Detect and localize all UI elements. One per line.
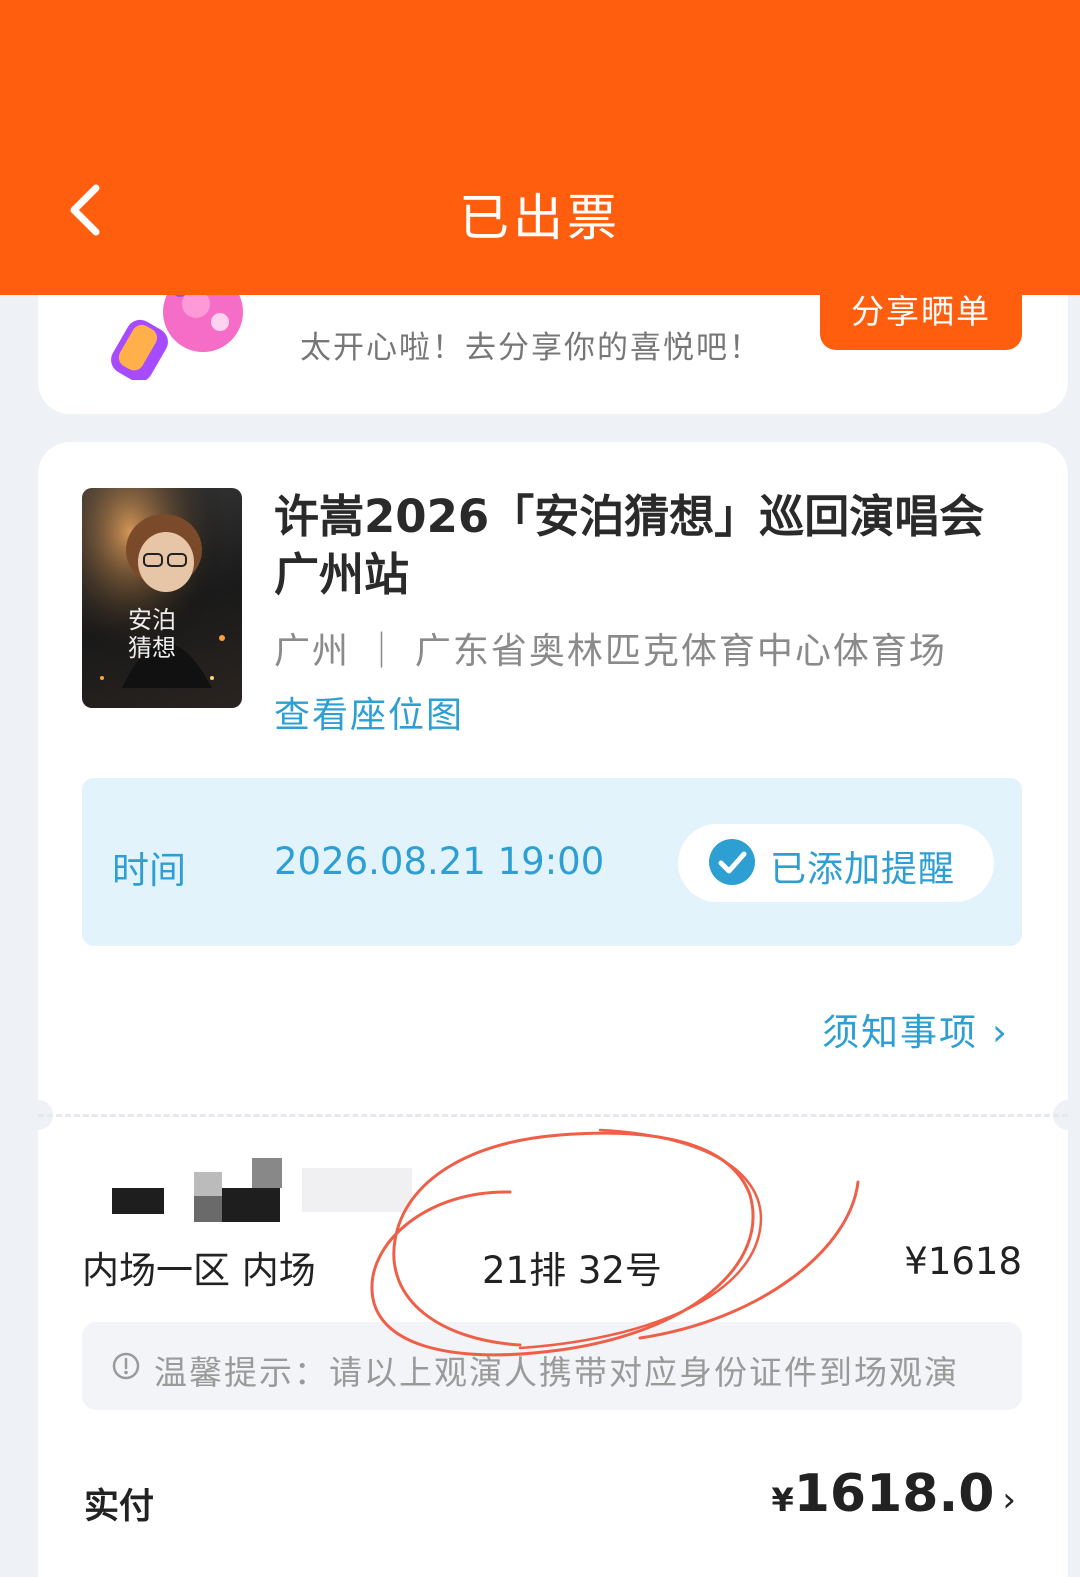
chevron-right-icon: › bbox=[1002, 1480, 1016, 1520]
notice-link[interactable]: 须知事项 › bbox=[822, 1002, 1009, 1056]
paid-amount-value: 1618.0 bbox=[793, 1464, 995, 1524]
seat-zone: 内场一区 内场 bbox=[82, 1249, 316, 1292]
order-detail-card: 安泊猜想 许嵩2026「安泊猜想」巡回演唱会 广州站 广州 ｜ 广东省奥林匹克体… bbox=[23, 442, 1080, 1577]
chevron-right-icon: › bbox=[992, 1011, 1009, 1054]
time-section: 时间 2026.08.21 19:00 已添加提醒 bbox=[82, 778, 1022, 946]
tip-text: 温馨提示：请以上观演人携带对应身份证件到场观演 bbox=[154, 1353, 959, 1392]
paid-amount[interactable]: ¥1618.0 › bbox=[771, 1464, 1016, 1524]
event-title: 许嵩2026「安泊猜想」巡回演唱会 广州站 bbox=[274, 490, 985, 601]
attendee-info-mosaic[interactable] bbox=[82, 1154, 442, 1224]
event-datetime: 2026.08.21 19:00 bbox=[274, 840, 605, 883]
event-poster[interactable]: 安泊猜想 bbox=[82, 488, 242, 708]
check-circle-icon bbox=[709, 839, 755, 885]
seat-map-link[interactable]: 查看座位图 bbox=[274, 686, 464, 738]
reminder-button[interactable]: 已添加提醒 bbox=[678, 824, 994, 902]
header-bar: 已出票 bbox=[0, 0, 1080, 295]
notice-link-label: 须知事项 bbox=[822, 1011, 978, 1054]
ticket-price: ¥1618 bbox=[904, 1240, 1022, 1283]
seat-number: 21排 32号 bbox=[482, 1249, 662, 1292]
paid-label: 实付 bbox=[84, 1487, 155, 1527]
poster-title-text: 安泊猜想 bbox=[128, 606, 176, 662]
info-icon bbox=[112, 1352, 140, 1380]
ticket-seat-row: 内场一区 内场 21排 32号 ¥1618 bbox=[82, 1240, 1022, 1292]
share-subtitle: 太开心啦！去分享你的喜悦吧！ bbox=[300, 330, 762, 366]
event-venue: 广州 ｜ 广东省奥林匹克体育中心体育场 bbox=[274, 631, 947, 672]
poster-art-icon bbox=[82, 488, 242, 708]
ticket-order-page: ▔▔▔▔▔▔▔▔ 太开心啦！去分享你的喜悦吧！ 分享晒单 已出票 安泊猜想 许嵩… bbox=[0, 0, 1080, 1577]
ticket-divider bbox=[38, 1114, 1068, 1117]
time-label: 时间 bbox=[112, 849, 186, 892]
reminder-label: 已添加提醒 bbox=[770, 849, 956, 890]
tip-box: 温馨提示：请以上观演人携带对应身份证件到场观演 bbox=[82, 1322, 1022, 1410]
currency-symbol: ¥ bbox=[771, 1481, 794, 1519]
page-title: 已出票 bbox=[459, 189, 621, 247]
